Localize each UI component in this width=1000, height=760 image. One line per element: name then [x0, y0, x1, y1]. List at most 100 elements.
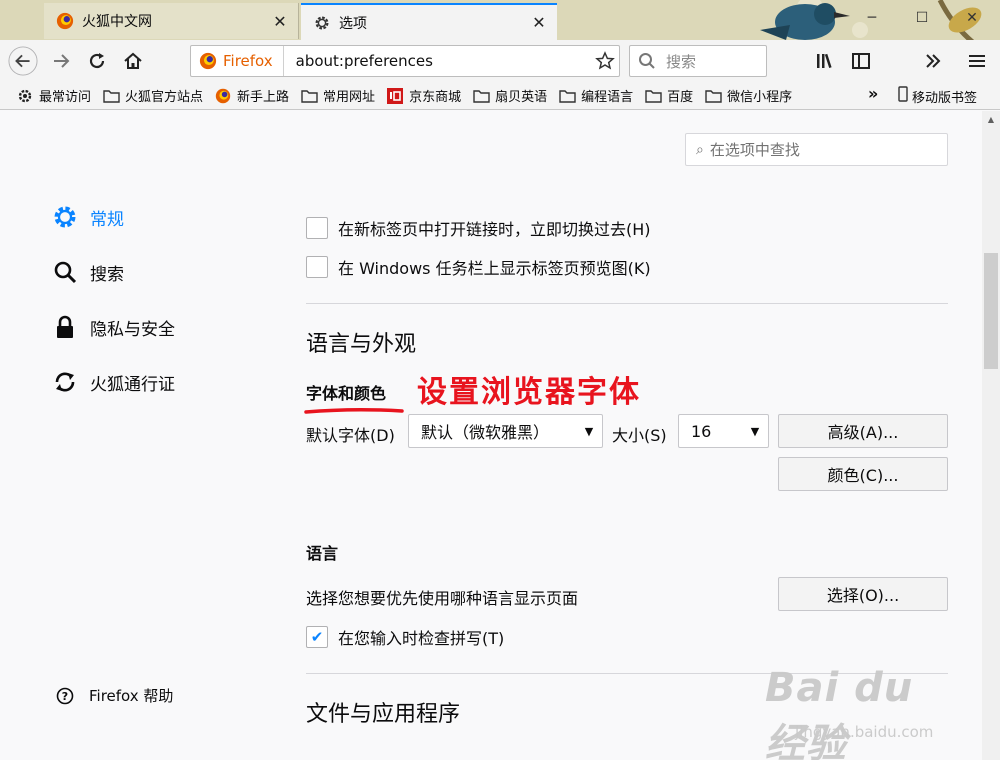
red-underline-annotation — [304, 407, 404, 414]
tab-options[interactable]: 选项 ✕ — [301, 3, 557, 40]
maximize-button[interactable]: ☐ — [902, 4, 942, 32]
vertical-scrollbar[interactable]: ▲ — [982, 111, 1000, 760]
sidebar-item-privacy[interactable]: 隐私与安全 — [52, 314, 175, 340]
switch-tab-option[interactable]: 在新标签页中打开链接时，立即切换过去(H) — [306, 216, 651, 240]
taskbar-preview-label: 在 Windows 任务栏上显示标签页预览图(K) — [338, 259, 651, 278]
help-icon: ? — [55, 686, 75, 706]
watermark-url: jingyan.baidu.com — [795, 723, 934, 741]
forward-button[interactable] — [46, 46, 76, 76]
watermark-logo: Bai du 经验 — [765, 665, 914, 760]
sidebar-item-search[interactable]: 搜索 — [52, 259, 124, 285]
tab-title: 火狐中文网 — [82, 14, 152, 30]
overflow-chevron-icon[interactable] — [918, 46, 948, 76]
bookmark-folder-shanbay[interactable]: 扇贝英语 — [470, 84, 549, 108]
url-bar[interactable]: Firefox about:preferences — [190, 45, 620, 77]
hamburger-icon — [969, 55, 985, 67]
site-identity[interactable]: Firefox — [191, 46, 284, 76]
default-font-select[interactable]: 默认（微软雅黑） ▼ — [408, 414, 603, 448]
svg-text:?: ? — [62, 690, 68, 703]
folder-icon — [704, 88, 722, 104]
back-button[interactable] — [8, 46, 38, 76]
bookmark-label: 百度 — [667, 90, 694, 105]
sidebar-item-label: 火狐通行证 — [90, 374, 175, 395]
bookmark-jd[interactable]: 京东商城 — [384, 84, 463, 108]
annotation-text: 设置浏览器字体 — [417, 375, 641, 410]
bookmark-folder-programming[interactable]: 编程语言 — [556, 84, 635, 108]
minimize-button[interactable]: ─ — [852, 4, 892, 32]
fonts-colors-heading: 字体和颜色 — [306, 384, 387, 403]
library-button[interactable] — [810, 46, 840, 76]
spellcheck-label: 在您输入时检查拼写(T) — [338, 629, 505, 648]
default-font-label: 默认字体(D) — [306, 426, 395, 445]
close-tab-icon[interactable]: ✕ — [527, 11, 551, 35]
taskbar-preview-checkbox[interactable] — [306, 256, 328, 278]
bookmark-label: 编程语言 — [581, 90, 634, 105]
url-text[interactable]: about:preferences — [284, 52, 591, 70]
home-button[interactable] — [118, 46, 148, 76]
bookmark-label: 最常访问 — [39, 90, 92, 105]
forward-arrow-icon — [54, 54, 70, 68]
mobile-bookmarks[interactable]: 移动版书签 — [898, 84, 977, 108]
search-bar[interactable]: 搜索 — [629, 45, 767, 77]
search-icon — [639, 53, 655, 69]
bookmarks-overflow-chevron-icon[interactable]: » — [868, 84, 878, 103]
find-placeholder: 在选项中查找 — [709, 141, 800, 159]
bookmark-folder-official[interactable]: 火狐官方站点 — [100, 84, 205, 108]
taskbar-preview-option[interactable]: 在 Windows 任务栏上显示标签页预览图(K) — [306, 255, 651, 279]
bookmark-label: 常用网址 — [323, 90, 376, 105]
scroll-thumb[interactable] — [984, 253, 998, 369]
dropdown-arrow-icon: ▼ — [750, 424, 760, 438]
tab-firefox-chinese[interactable]: 火狐中文网 ✕ — [44, 3, 299, 39]
sidebar-toggle-button[interactable] — [846, 46, 876, 76]
library-icon — [817, 53, 832, 68]
bookmark-folder-wechat[interactable]: 微信小程序 — [702, 84, 794, 108]
menu-button[interactable] — [962, 46, 992, 76]
gear-icon — [315, 16, 329, 29]
dropdown-arrow-icon: ▼ — [584, 424, 594, 438]
bookmark-label: 新手上路 — [237, 90, 290, 105]
search-placeholder: 搜索 — [666, 52, 697, 71]
firefox-help-link[interactable]: ? Firefox 帮助 — [55, 685, 173, 706]
folder-icon — [644, 88, 662, 104]
navigation-toolbar: Firefox about:preferences 搜索 — [0, 40, 1000, 82]
font-size-select[interactable]: 16 ▼ — [678, 414, 769, 448]
sidebar-item-label: 隐私与安全 — [90, 319, 175, 340]
close-tab-icon[interactable]: ✕ — [268, 9, 292, 33]
language-heading: 语言 — [306, 544, 339, 563]
colors-button[interactable]: 颜色(C)... — [778, 457, 948, 491]
close-window-button[interactable]: ✕ — [952, 4, 992, 32]
bookmark-getting-started[interactable]: 新手上路 — [212, 84, 291, 108]
sidebar-item-firefox-account[interactable]: 火狐通行证 — [52, 369, 175, 395]
switch-tab-checkbox[interactable] — [306, 217, 328, 239]
home-icon — [124, 52, 142, 69]
mobile-bookmarks-label: 移动版书签 — [912, 90, 978, 106]
back-arrow-icon — [8, 46, 38, 76]
reload-button[interactable] — [82, 46, 112, 76]
default-font-value: 默认（微软雅黑） — [421, 423, 550, 442]
spellcheck-option[interactable]: ✔ 在您输入时检查拼写(T) — [306, 625, 504, 649]
advanced-fonts-button[interactable]: 高级(A)... — [778, 414, 948, 448]
spellcheck-checkbox[interactable]: ✔ — [306, 626, 328, 648]
scroll-up-arrow-icon[interactable]: ▲ — [982, 111, 1000, 128]
bookmark-folder-common[interactable]: 常用网址 — [298, 84, 377, 108]
bookmark-label: 京东商城 — [409, 90, 462, 105]
baidu-jingyan-watermark: Bai du 经验 jingyan.baidu.com — [755, 649, 965, 760]
bookmark-most-visited[interactable]: 最常访问 — [14, 84, 93, 108]
font-size-label: 大小(S) — [612, 426, 667, 445]
bookmark-star-icon[interactable] — [591, 47, 619, 75]
identity-label: Firefox — [223, 52, 273, 70]
folder-icon — [472, 88, 490, 104]
sidebar-item-general[interactable]: 常规 — [52, 204, 124, 230]
help-label: Firefox 帮助 — [89, 687, 174, 705]
choose-language-button[interactable]: 选择(O)... — [778, 577, 948, 611]
preferences-page: ⌕ 在选项中查找 常规 搜索 隐私与安全 火狐通行证 ? Firefox 帮助 — [0, 111, 982, 760]
files-applications-title: 文件与应用程序 — [306, 702, 461, 727]
bookmark-folder-baidu[interactable]: 百度 — [642, 84, 695, 108]
find-in-options-input[interactable]: ⌕ 在选项中查找 — [685, 133, 948, 166]
sync-icon — [52, 369, 78, 395]
reload-icon — [89, 53, 105, 69]
downloads-heading-partial — [306, 750, 366, 760]
title-bar: 火狐中文网 ✕ 选项 ✕ + ─ ☐ ✕ — [0, 0, 1000, 40]
folder-icon — [558, 88, 576, 104]
lock-icon — [52, 314, 78, 340]
